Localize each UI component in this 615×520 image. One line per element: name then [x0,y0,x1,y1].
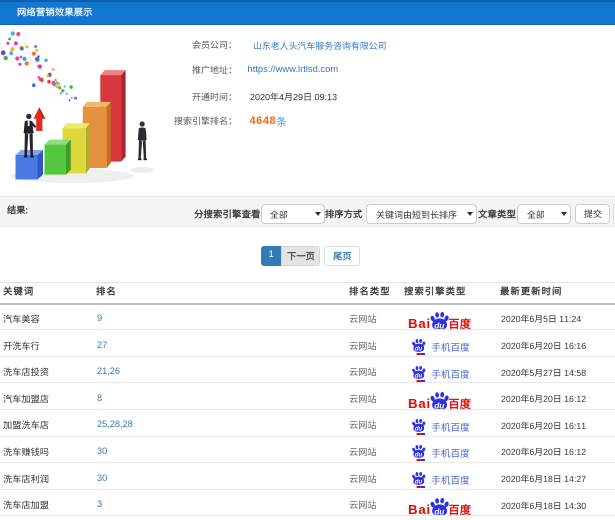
svg-text:du: du [414,480,422,486]
svg-text:du: du [414,426,422,432]
svg-text:du: du [414,373,422,379]
svg-text:du: du [414,347,422,353]
svg-text:du: du [414,453,422,459]
